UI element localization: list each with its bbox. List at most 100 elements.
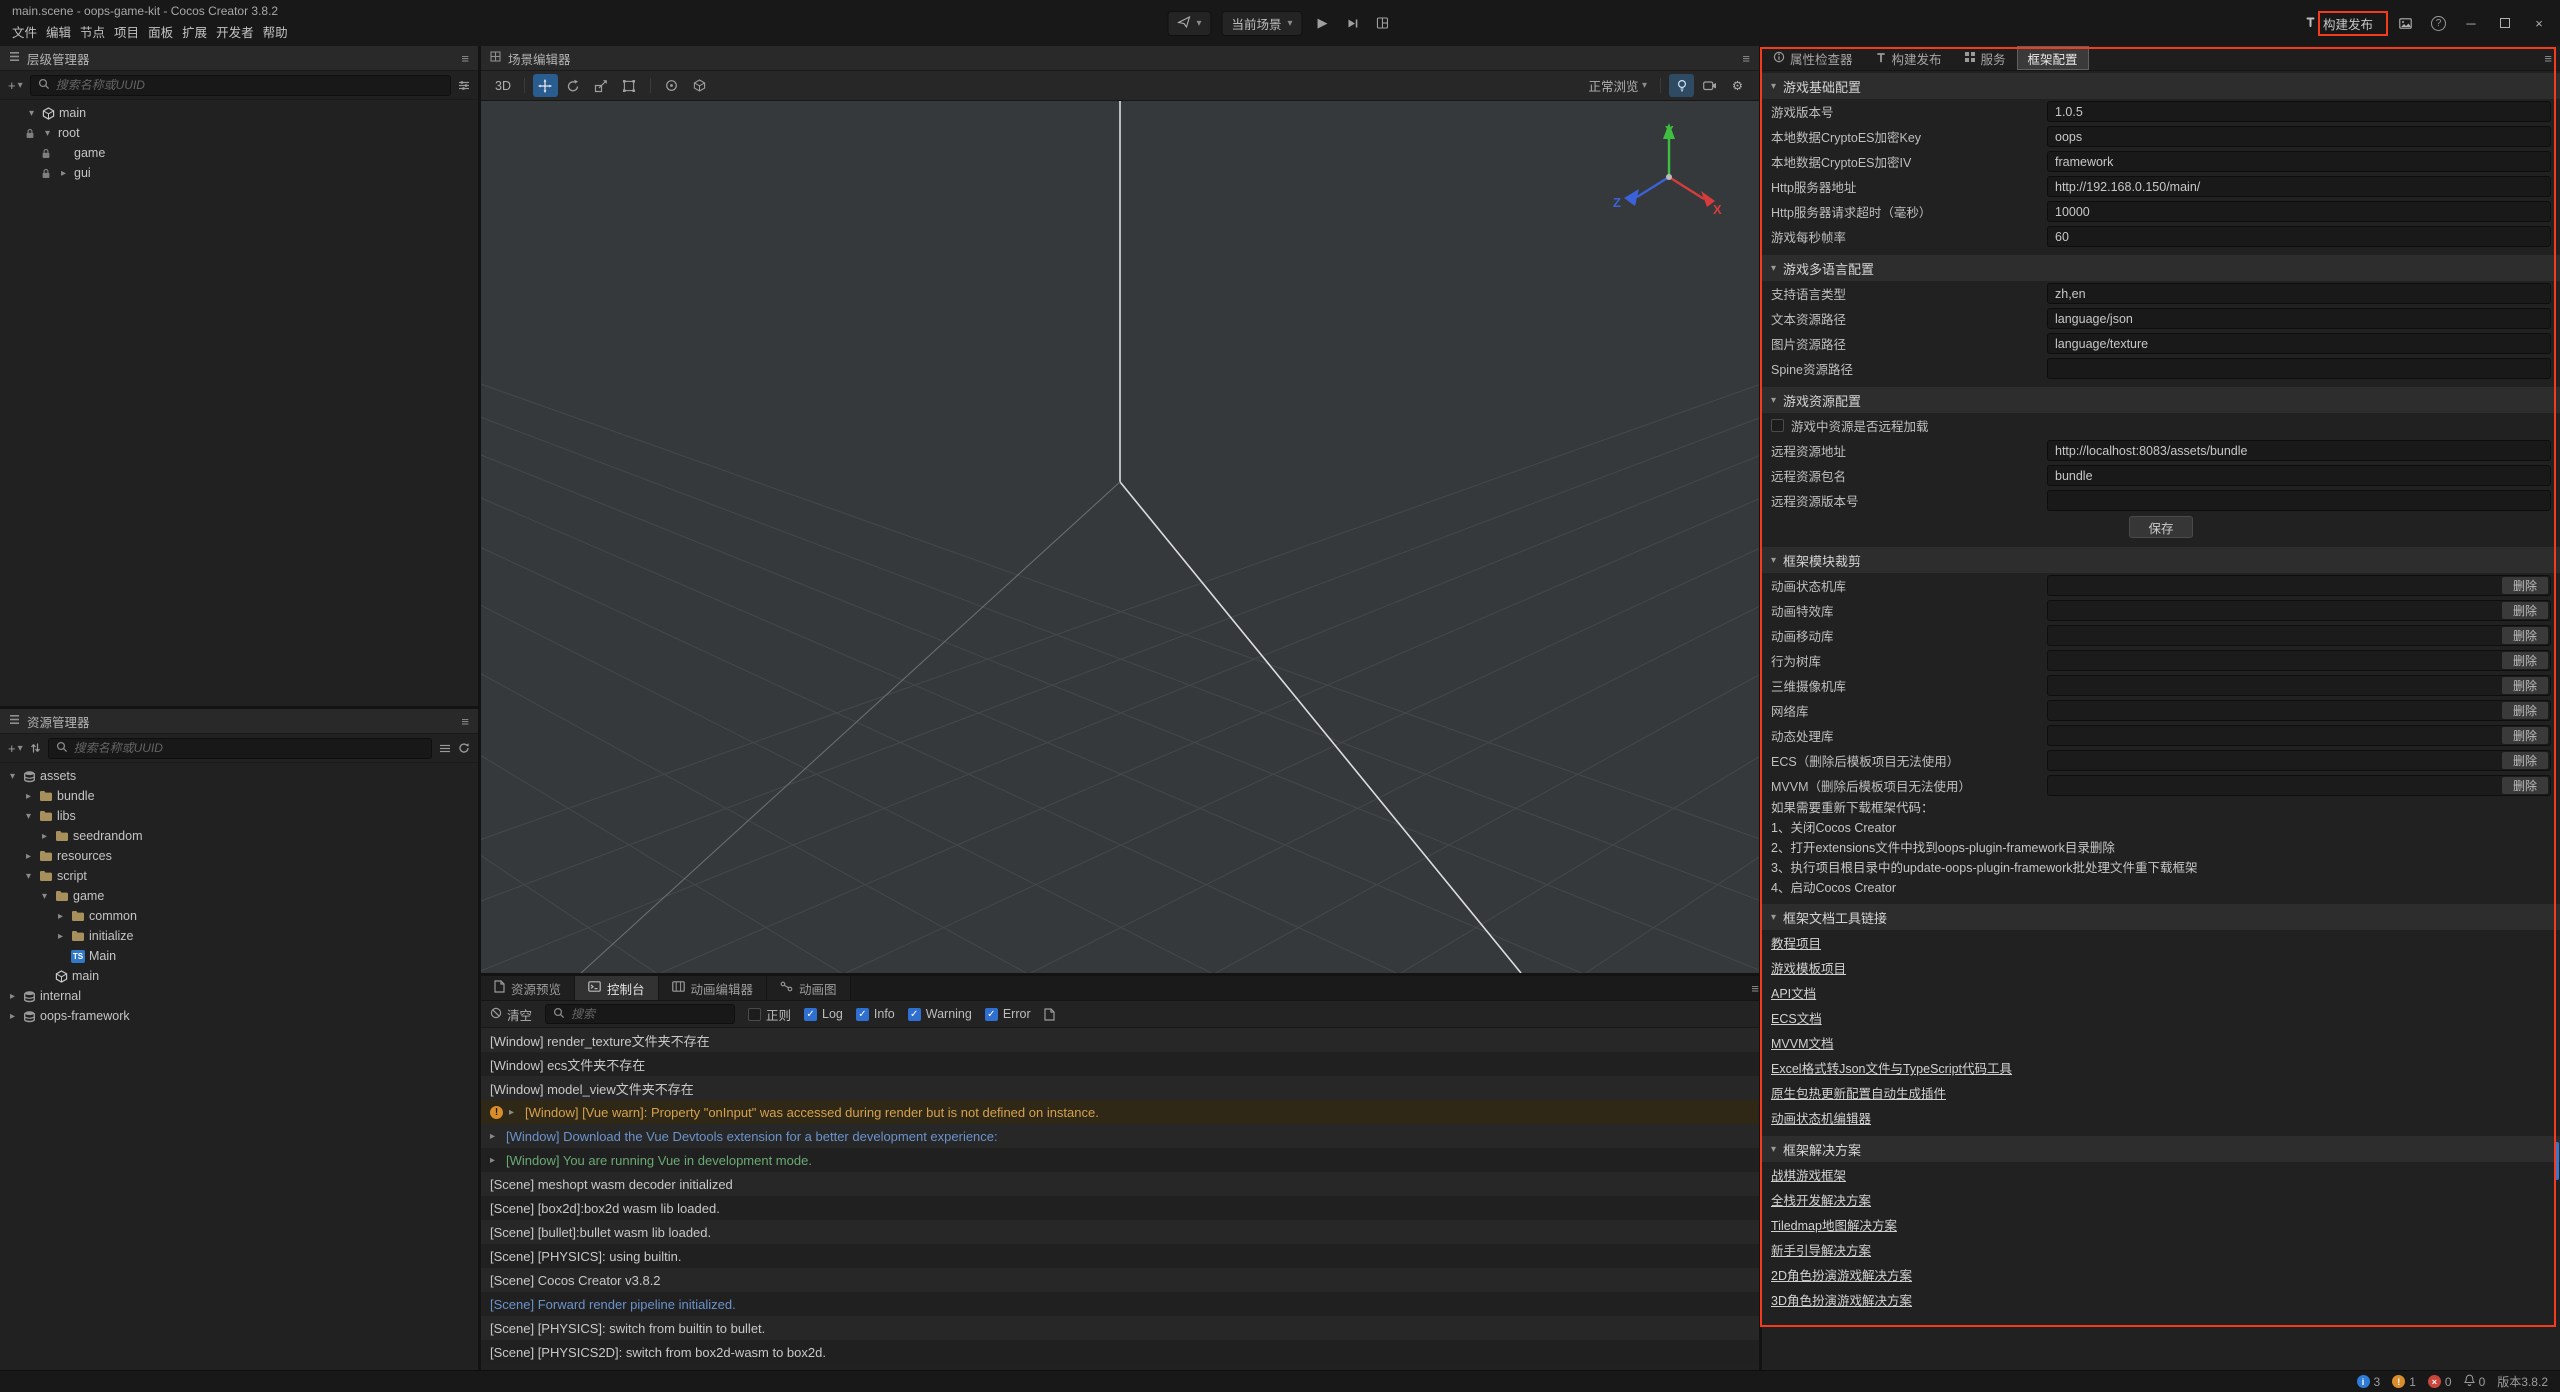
filter-checkbox-warning[interactable]: Warning [908,1007,972,1021]
expand-arrow-icon[interactable]: ▸ [6,1011,19,1022]
delete-button[interactable]: 删除 [2502,727,2548,744]
delete-button[interactable]: 删除 [2502,677,2548,694]
panel-menu-icon[interactable]: ≡ [461,51,469,66]
field-input[interactable] [2047,440,2551,461]
delete-button[interactable]: 删除 [2502,777,2548,794]
image-icon[interactable] [2395,12,2415,34]
console-search-input[interactable] [571,1007,727,1021]
scrollbar-thumb[interactable] [2554,1142,2559,1180]
tree-row[interactable]: ▸common [0,906,478,926]
tree-row[interactable]: ▸resources [0,846,478,866]
scene-viewport[interactable]: Y X Z [481,101,1759,973]
log-row[interactable]: !▸[Window] [Vue warn]: Property "onInput… [481,1100,1759,1124]
expand-arrow-icon[interactable]: ▾ [22,871,35,882]
expand-arrow-icon[interactable]: ▸ [490,1131,500,1142]
inspector-tab-2[interactable]: 构建发布 [1864,46,1953,70]
tree-row[interactable]: game [0,143,478,163]
section-header[interactable]: ▾框架解决方案 [1762,1136,2560,1162]
section-header[interactable]: ▾游戏多语言配置 [1762,255,2560,281]
maximize-button[interactable] [2496,16,2514,31]
log-row[interactable]: [Window] render_texture文件夹不存在 [481,1028,1759,1052]
menu-item[interactable]: 扩展 [182,20,216,43]
log-row[interactable]: [Scene] [bullet]:bullet wasm lib loaded. [481,1220,1759,1244]
console-tab-1[interactable]: 资源预览 [481,976,575,1000]
sort-icon[interactable] [30,742,41,754]
scene-select[interactable]: 当前场景 ▾ [1221,11,1302,36]
notification-badge[interactable]: 0 [2464,1374,2486,1389]
doc-link[interactable]: 教程项目 [1771,933,1821,952]
field-input[interactable] [2047,358,2551,379]
expand-arrow-icon[interactable]: ▾ [22,811,35,822]
layout-icon[interactable] [1373,12,1393,34]
add-node-button[interactable]: +▾ [8,78,23,93]
axis-gizmo[interactable]: Y X Z [1609,115,1729,238]
preview-target-select[interactable]: ▾ [1167,11,1211,36]
doc-link[interactable]: 战棋游戏框架 [1771,1165,1846,1184]
panel-menu-icon[interactable]: ≡ [461,714,469,729]
field-input[interactable] [2047,226,2551,247]
checkbox-icon[interactable] [1771,419,1784,432]
step-button[interactable] [1343,12,1363,34]
field-input[interactable] [2047,151,2551,172]
console-tab-4[interactable]: 动画图 [767,976,851,1000]
doc-link[interactable]: Excel格式转Json文件与TypeScript代码工具 [1771,1058,2012,1077]
console-tab-3[interactable]: 动画编辑器 [659,976,768,1000]
expand-arrow-icon[interactable]: ▸ [38,831,51,842]
menu-item[interactable]: 节点 [80,20,114,43]
regex-checkbox[interactable]: 正则 [748,1005,791,1024]
delete-button[interactable]: 删除 [2502,752,2548,769]
section-header[interactable]: ▾游戏基础配置 [1762,73,2560,99]
doc-link[interactable]: 3D角色扮演游戏解决方案 [1771,1290,1912,1309]
move-tool-button[interactable] [533,74,558,97]
checkbox-icon[interactable] [748,1008,761,1021]
log-row[interactable]: [Window] model_view文件夹不存在 [481,1076,1759,1100]
tree-row[interactable]: ▾game [0,886,478,906]
minimize-button[interactable]: ─ [2462,16,2480,31]
rotate-tool-button[interactable] [561,74,586,97]
gizmo-space-button[interactable] [687,74,712,97]
add-asset-button[interactable]: +▾ [8,741,23,756]
info-count-badge[interactable]: i 3 [2357,1375,2381,1389]
tree-row[interactable]: ▾root [0,123,478,143]
expand-arrow-icon[interactable]: ▾ [41,128,54,139]
expand-arrow-icon[interactable]: ▾ [38,891,51,902]
mode-3d-button[interactable]: 3D [490,74,516,97]
log-row[interactable]: [Scene] [PHYSICS2D]: switch from box2d-w… [481,1340,1759,1364]
field-input[interactable] [2047,126,2551,147]
tree-row[interactable]: main [0,966,478,986]
expand-arrow-icon[interactable]: ▸ [509,1107,519,1118]
field-input[interactable] [2047,101,2551,122]
doc-link[interactable]: 全栈开发解决方案 [1771,1190,1871,1209]
tree-row[interactable]: ▸bundle [0,786,478,806]
expand-arrow-icon[interactable]: ▸ [54,911,67,922]
expand-arrow-icon[interactable]: ▾ [25,108,38,119]
tree-row[interactable]: ▾script [0,866,478,886]
filter-icon[interactable] [439,743,451,754]
checkbox-icon[interactable] [856,1008,869,1021]
tree-row[interactable]: ▸gui [0,163,478,183]
menu-item[interactable]: 帮助 [263,20,297,43]
inspector-tab-1[interactable]: 属性检查器 [1762,46,1864,70]
expand-arrow-icon[interactable]: ▸ [57,168,70,179]
log-row[interactable]: [Scene] [box2d]:box2d wasm lib loaded. [481,1196,1759,1220]
menu-item[interactable]: 文件 [12,20,46,43]
delete-button[interactable]: 删除 [2502,652,2548,669]
expand-arrow-icon[interactable]: ▾ [6,771,19,782]
checkbox-icon[interactable] [985,1008,998,1021]
panel-menu-icon[interactable]: ≡ [1751,981,1759,996]
refresh-icon[interactable] [458,742,470,754]
log-row[interactable]: [Window] ecs文件夹不存在 [481,1052,1759,1076]
section-header[interactable]: ▾游戏资源配置 [1762,387,2560,413]
hierarchy-search-input[interactable] [56,78,443,92]
field-input[interactable] [2047,201,2551,222]
doc-link[interactable]: 新手引导解决方案 [1771,1240,1871,1259]
close-button[interactable]: × [2530,16,2548,31]
field-input[interactable] [2047,308,2551,329]
log-file-icon[interactable] [1044,1008,1055,1021]
delete-button[interactable]: 删除 [2502,602,2548,619]
tree-row[interactable]: ▾assets [0,766,478,786]
checkbox-icon[interactable] [804,1008,817,1021]
doc-link[interactable]: ECS文档 [1771,1008,1822,1027]
log-row[interactable]: [Scene] Cocos Creator v3.8.2 [481,1268,1759,1292]
filter-checkbox-error[interactable]: Error [985,1007,1031,1021]
